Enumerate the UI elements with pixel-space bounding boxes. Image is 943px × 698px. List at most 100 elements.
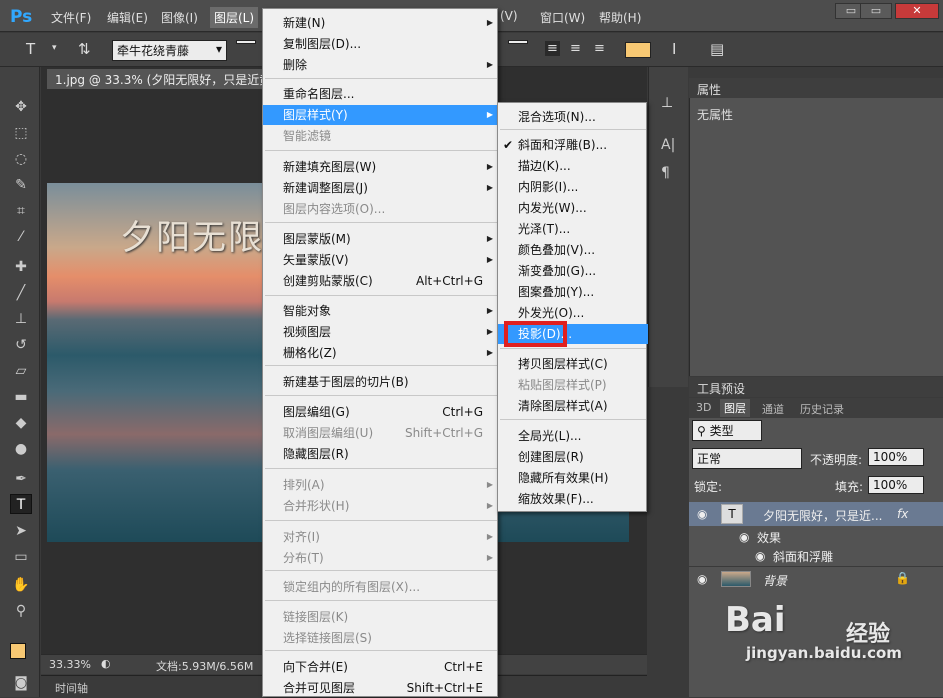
warp-text-icon[interactable]: Ⅰ	[672, 40, 676, 58]
anti-alias-select[interactable]	[508, 40, 528, 44]
text-color-swatch[interactable]	[625, 42, 651, 58]
character-panel-icon[interactable]: A|	[661, 137, 675, 153]
style-menu-item[interactable]: 渐变叠加(G)...	[498, 261, 648, 281]
layer-effect-item[interactable]: ◉ 斜面和浮雕	[689, 547, 943, 565]
foreground-color-swatch[interactable]	[10, 643, 26, 659]
gradient-tool-icon[interactable]: ▬	[10, 387, 32, 407]
layer-menu-item[interactable]: 向下合并(E) Ctrl+E	[263, 657, 499, 677]
tool-preset-dropdown-icon[interactable]: ▾	[52, 43, 57, 53]
layer-menu-item[interactable]: 图层蒙版(M) ▶	[263, 229, 499, 249]
menu-image[interactable]: 图像(I)	[161, 9, 198, 26]
lasso-tool-icon[interactable]: ◌	[10, 149, 32, 169]
bevel-eye-icon[interactable]: ◉	[755, 549, 765, 563]
style-menu-item[interactable]: 清除图层样式(A)	[498, 396, 648, 416]
type-tool-icon[interactable]: T	[10, 494, 32, 514]
font-family-select[interactable]: 牵牛花绕青藤 ▾	[112, 40, 227, 61]
eye-icon[interactable]: ◉	[697, 572, 707, 586]
healing-brush-icon[interactable]: ✚	[10, 257, 32, 277]
layer-menu-item[interactable]: 图层样式(Y) ▶	[263, 105, 499, 125]
tab-history[interactable]: 历史记录	[800, 401, 844, 417]
history-brush-icon[interactable]: ↺	[10, 335, 32, 355]
style-menu-item[interactable]: 混合选项(N)...	[498, 107, 648, 127]
align-right-icon[interactable]: ≡	[594, 41, 605, 56]
layer-menu-item[interactable]: 隐藏图层(R)	[263, 444, 499, 464]
layer-row-text[interactable]: ◉ T 夕阳无限好，只是近... fx	[689, 502, 943, 526]
menu-layer[interactable]: 图层(L)	[210, 7, 259, 28]
dodge-tool-icon[interactable]: ●	[10, 439, 32, 459]
tab-3d[interactable]: 3D	[696, 401, 711, 414]
quick-select-tool-icon[interactable]: ✎	[10, 175, 32, 195]
style-menu-item[interactable]: 颜色叠加(V)...	[498, 240, 648, 260]
hand-tool-icon[interactable]: ✋	[10, 575, 32, 595]
layer-menu-item[interactable]: 图层编组(G) Ctrl+G	[263, 402, 499, 422]
align-center-icon[interactable]: ≡	[570, 41, 581, 56]
align-left-icon[interactable]: ≡	[545, 41, 560, 56]
style-menu-item[interactable]: 隐藏所有效果(H)	[498, 468, 648, 488]
crop-tool-icon[interactable]: ⌗	[10, 201, 32, 221]
style-menu-item[interactable]: 缩放效果(F)...	[498, 489, 648, 509]
quick-mask-icon[interactable]: ◙	[10, 673, 32, 693]
effects-eye-icon[interactable]: ◉	[739, 530, 749, 544]
vertical-type-icon[interactable]: ⇅	[78, 40, 91, 58]
status-menu-icon[interactable]: ◐	[101, 657, 111, 670]
menu-help[interactable]: 帮助(H)	[599, 9, 641, 26]
brush-tool-icon[interactable]: ╱	[10, 283, 32, 303]
fill-field[interactable]: 100%	[868, 476, 924, 494]
shape-tool-icon[interactable]: ▭	[10, 547, 32, 567]
close-button[interactable]: ✕	[895, 3, 939, 19]
layer-menu-item[interactable]: 新建基于图层的切片(B)	[263, 372, 499, 392]
style-menu-item[interactable]: 图案叠加(Y)...	[498, 282, 648, 302]
style-menu-item[interactable]: 内发光(W)...	[498, 198, 648, 218]
style-menu-item[interactable]: 创建图层(R)	[498, 447, 648, 467]
timeline-tab[interactable]: 时间轴	[55, 680, 88, 696]
font-style-select[interactable]	[236, 40, 256, 44]
layer-menu-item[interactable]: 重命名图层...	[263, 84, 499, 104]
type-tool-icon[interactable]: T	[26, 40, 35, 58]
layer-menu-item[interactable]: 新建填充图层(W) ▶	[263, 157, 499, 177]
layer-row-background[interactable]: ◉ 背景 🔒	[689, 566, 943, 590]
layer-menu-item[interactable]: 新建调整图层(J) ▶	[263, 178, 499, 198]
style-menu-item[interactable]: 光泽(T)...	[498, 219, 648, 239]
layer-menu-item[interactable]: 智能对象 ▶	[263, 301, 499, 321]
menu-file[interactable]: 文件(F)	[51, 9, 91, 26]
stamp-tool-icon[interactable]: ⊥	[10, 309, 32, 329]
blend-mode-select[interactable]: 正常	[692, 448, 802, 469]
zoom-tool-icon[interactable]: ⚲	[10, 601, 32, 621]
eyedropper-tool-icon[interactable]: ⁄	[10, 227, 32, 247]
marquee-tool-icon[interactable]: ⬚	[10, 123, 32, 143]
opacity-field[interactable]: 100%	[868, 448, 924, 466]
style-menu-item[interactable]: 外发光(O)...	[498, 303, 648, 323]
style-menu-item[interactable]: 斜面和浮雕(B)... ✔	[498, 135, 648, 155]
style-menu-item[interactable]: 描边(K)...	[498, 156, 648, 176]
eye-icon[interactable]: ◉	[697, 507, 707, 521]
layer-menu-item[interactable]: 新建(N) ▶	[263, 13, 499, 33]
tab-channels[interactable]: 通道	[762, 401, 784, 417]
path-select-tool-icon[interactable]: ➤	[10, 521, 32, 541]
style-menu-item[interactable]: 拷贝图层样式(C)	[498, 354, 648, 374]
layer-menu-item[interactable]: 复制图层(D)...	[263, 34, 499, 54]
character-panel-icon[interactable]: ▤	[710, 40, 724, 58]
layer-menu-item[interactable]: 合并可见图层 Shift+Ctrl+E	[263, 678, 499, 698]
properties-title[interactable]: 属性	[697, 81, 721, 98]
pen-tool-icon[interactable]: ✒	[10, 469, 32, 489]
layer-menu-item[interactable]: 视频图层 ▶	[263, 322, 499, 342]
menu-window[interactable]: 窗口(W)	[540, 9, 585, 26]
layer-menu-item[interactable]: 栅格化(Z) ▶	[263, 343, 499, 363]
stamp-panel-icon[interactable]: ⊥	[661, 95, 673, 111]
paragraph-panel-icon[interactable]: ¶	[661, 165, 670, 181]
move-tool-icon[interactable]: ✥	[10, 97, 32, 117]
blur-tool-icon[interactable]: ◆	[10, 413, 32, 433]
layer-menu-item[interactable]: 删除 ▶	[263, 55, 499, 75]
layer-filter-select[interactable]: ⚲ 类型	[692, 420, 762, 441]
tab-layers[interactable]: 图层	[720, 399, 750, 417]
eraser-tool-icon[interactable]: ▱	[10, 361, 32, 381]
layer-menu-item[interactable]: 矢量蒙版(V) ▶	[263, 250, 499, 270]
menu-edit[interactable]: 编辑(E)	[107, 9, 148, 26]
layer-effects-row[interactable]: ◉ 效果	[689, 528, 943, 546]
tool-presets-title[interactable]: 工具预设	[697, 380, 745, 397]
menu-view[interactable]: (V)	[500, 9, 518, 23]
maximize-button[interactable]: ▭	[860, 3, 892, 19]
layer-menu-item[interactable]: 创建剪贴蒙版(C) Alt+Ctrl+G	[263, 271, 499, 291]
style-menu-item[interactable]: 内阴影(I)...	[498, 177, 648, 197]
document-tab[interactable]: 1.jpg @ 33.3% (夕阳无限好，只是近黄	[47, 69, 267, 89]
